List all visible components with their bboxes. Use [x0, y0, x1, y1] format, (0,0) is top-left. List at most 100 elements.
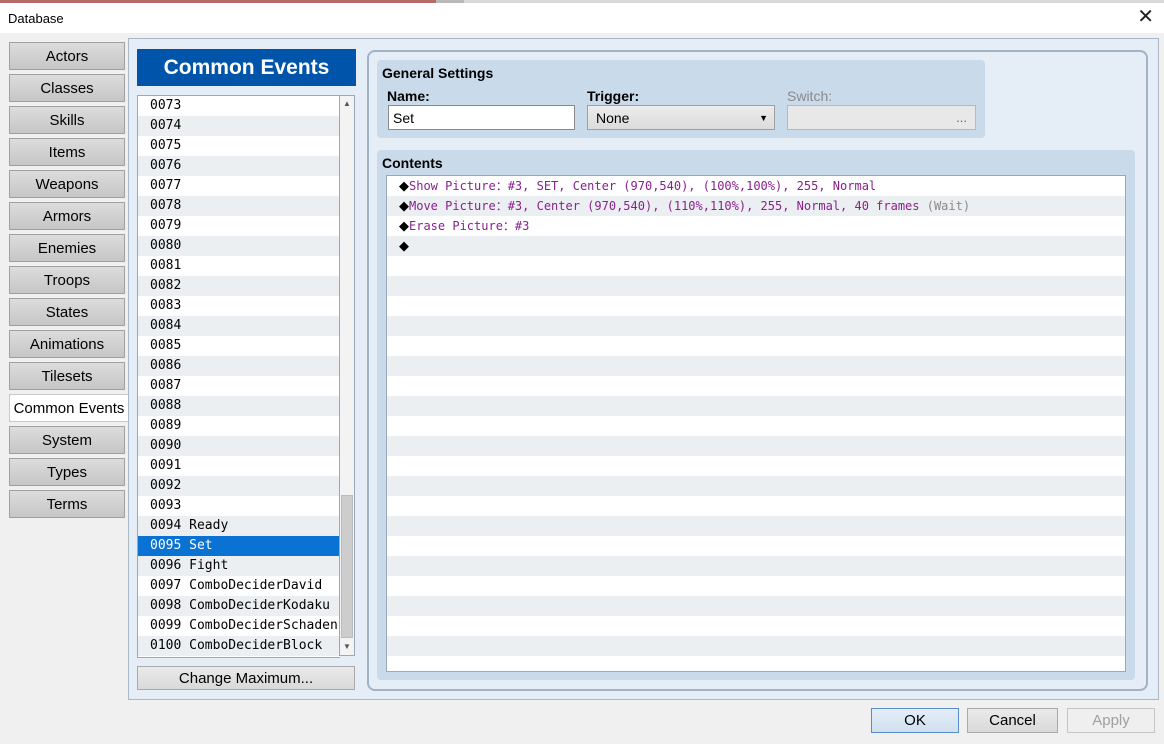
command-row[interactable]	[387, 276, 1125, 296]
switch-field: ...	[787, 105, 976, 130]
list-item[interactable]: 0091	[138, 456, 340, 476]
list-item[interactable]: 0073	[138, 96, 340, 116]
contents-title: Contents	[382, 155, 443, 171]
command-row[interactable]	[387, 436, 1125, 456]
tab-common-events[interactable]: Common Events	[9, 394, 129, 422]
command-row[interactable]	[387, 416, 1125, 436]
list-item[interactable]: 0092	[138, 476, 340, 496]
list-item[interactable]: 0085	[138, 336, 340, 356]
list-item[interactable]: 0093	[138, 496, 340, 516]
tab-types[interactable]: Types	[9, 458, 125, 486]
switch-browse-icon: ...	[956, 110, 967, 125]
diamond-icon: ◆	[399, 199, 409, 214]
tab-list: Actors Classes Skills Items Weapons Armors Ene…	[9, 42, 129, 522]
list-item[interactable]: 0083	[138, 296, 340, 316]
command-row[interactable]: ◆	[387, 236, 1125, 256]
panel-title: Common Events	[137, 49, 356, 86]
diamond-icon: ◆	[399, 239, 409, 254]
list-item[interactable]: 0095 Set	[138, 536, 340, 556]
tab-skills[interactable]: Skills	[9, 106, 125, 134]
list-item[interactable]: 0082	[138, 276, 340, 296]
list-item[interactable]: 0077	[138, 176, 340, 196]
list-item[interactable]: 0079	[138, 216, 340, 236]
tab-states[interactable]: States	[9, 298, 125, 326]
event-list-scrollbar[interactable]: ▲ ▼	[339, 95, 355, 656]
tab-items[interactable]: Items	[9, 138, 125, 166]
close-icon[interactable]: ✕	[1137, 7, 1154, 27]
command-row[interactable]	[387, 356, 1125, 376]
command-row[interactable]	[387, 396, 1125, 416]
command-row[interactable]: ◆Erase Picture：#3	[387, 216, 1125, 236]
tab-enemies[interactable]: Enemies	[9, 234, 125, 262]
list-item[interactable]: 0098 ComboDeciderKodaku	[138, 596, 340, 616]
switch-label: Switch:	[787, 88, 833, 104]
list-item[interactable]: 0084	[138, 316, 340, 336]
window-title: Database	[8, 11, 64, 26]
list-item[interactable]: 0090	[138, 436, 340, 456]
tab-system[interactable]: System	[9, 426, 125, 454]
command-text: Move Picture：#3, Center (970,540), (110%…	[409, 199, 920, 213]
command-row[interactable]	[387, 256, 1125, 276]
command-row[interactable]	[387, 336, 1125, 356]
list-item[interactable]: 0096 Fight	[138, 556, 340, 576]
list-item[interactable]: 0086	[138, 356, 340, 376]
command-text: Show Picture：#3, SET, Center (970,540), …	[409, 179, 877, 193]
contents-list[interactable]: ◆Show Picture：#3, SET, Center (970,540),…	[386, 175, 1126, 672]
list-item[interactable]: 0074	[138, 116, 340, 136]
tab-terms[interactable]: Terms	[9, 490, 125, 518]
command-row[interactable]: ◆Show Picture：#3, SET, Center (970,540),…	[387, 176, 1125, 196]
list-item[interactable]: 0076	[138, 156, 340, 176]
command-row[interactable]	[387, 536, 1125, 556]
command-row[interactable]	[387, 576, 1125, 596]
command-row[interactable]	[387, 496, 1125, 516]
cancel-button[interactable]: Cancel	[967, 708, 1058, 733]
change-maximum-button[interactable]: Change Maximum...	[137, 666, 355, 690]
tab-armors[interactable]: Armors	[9, 202, 125, 230]
trigger-select[interactable]: None ▼	[587, 105, 775, 130]
list-item[interactable]: 0089	[138, 416, 340, 436]
list-item[interactable]: 0078	[138, 196, 340, 216]
tab-classes[interactable]: Classes	[9, 74, 125, 102]
command-row[interactable]: ◆Move Picture：#3, Center (970,540), (110…	[387, 196, 1125, 216]
list-item[interactable]: 0094 Ready	[138, 516, 340, 536]
command-wait: (Wait)	[926, 199, 971, 213]
list-item[interactable]: 0081	[138, 256, 340, 276]
apply-button: Apply	[1067, 708, 1155, 733]
tab-weapons[interactable]: Weapons	[9, 170, 125, 198]
command-text: Erase Picture：#3	[409, 219, 530, 233]
general-settings-title: General Settings	[382, 65, 494, 81]
command-row[interactable]	[387, 596, 1125, 616]
scroll-up-icon[interactable]: ▲	[340, 97, 354, 111]
list-item[interactable]: 0099 ComboDeciderSchaden	[138, 616, 340, 636]
command-row[interactable]	[387, 636, 1125, 656]
trigger-label: Trigger:	[587, 88, 640, 104]
tab-troops[interactable]: Troops	[9, 266, 125, 294]
trigger-value: None	[596, 109, 630, 126]
list-item[interactable]: 0087	[138, 376, 340, 396]
diamond-icon: ◆	[399, 179, 409, 194]
list-item[interactable]: 0075	[138, 136, 340, 156]
list-item[interactable]: 0080	[138, 236, 340, 256]
command-row[interactable]	[387, 516, 1125, 536]
list-item[interactable]: 0097 ComboDeciderDavid	[138, 576, 340, 596]
command-row[interactable]	[387, 456, 1125, 476]
command-row[interactable]	[387, 316, 1125, 336]
event-list[interactable]: 0073 0074 0075 0076 0077 0078 0079 0080 0081 0082…	[137, 95, 340, 658]
command-row[interactable]	[387, 296, 1125, 316]
tab-actors[interactable]: Actors	[9, 42, 125, 70]
command-row[interactable]	[387, 476, 1125, 496]
tab-tilesets[interactable]: Tilesets	[9, 362, 125, 390]
list-item[interactable]: 0088	[138, 396, 340, 416]
name-label: Name:	[387, 88, 430, 104]
title-bar: Database ✕	[0, 3, 1164, 33]
command-row[interactable]	[387, 376, 1125, 396]
scroll-down-icon[interactable]: ▼	[340, 640, 354, 654]
scroll-thumb[interactable]	[341, 495, 353, 638]
command-row[interactable]	[387, 616, 1125, 636]
tab-animations[interactable]: Animations	[9, 330, 125, 358]
ok-button[interactable]: OK	[871, 708, 959, 733]
command-row[interactable]	[387, 556, 1125, 576]
name-input[interactable]	[388, 105, 575, 130]
diamond-icon: ◆	[399, 219, 409, 234]
list-item[interactable]: 0100 ComboDeciderBlock	[138, 636, 340, 656]
